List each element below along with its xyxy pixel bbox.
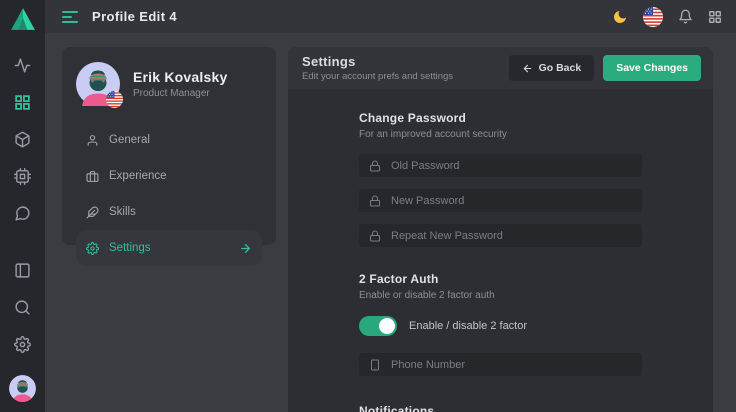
menu-icon[interactable] (62, 9, 78, 25)
repeat-password-field[interactable] (359, 224, 642, 247)
settings-heading-group: Settings Edit your account prefs and set… (302, 54, 453, 82)
user-avatar-small[interactable] (9, 375, 36, 402)
main-area: Erik Kovalsky Product Manager General Ex… (45, 33, 736, 412)
nav-item-experience[interactable]: Experience (76, 158, 262, 194)
bell-icon[interactable] (678, 9, 693, 24)
settings-title: Settings (302, 54, 453, 69)
section-title: Notifications (359, 404, 642, 412)
profile-card: Erik Kovalsky Product Manager General Ex… (62, 47, 276, 245)
section-notifications: Notifications Configure how you receive … (359, 404, 642, 412)
settings-panel-body: Change Password For an improved account … (288, 89, 713, 412)
nav-item-general[interactable]: General (76, 122, 262, 158)
new-password-field[interactable] (359, 189, 642, 212)
cpu-icon[interactable] (14, 168, 31, 185)
gear-icon[interactable] (14, 336, 31, 353)
section-two-factor: 2 Factor Auth Enable or disable 2 factor… (359, 272, 642, 376)
profile-identity: Erik Kovalsky Product Manager (133, 69, 227, 99)
go-back-button[interactable]: Go Back (509, 55, 595, 81)
feather-icon (86, 206, 99, 219)
apps-grid-icon[interactable] (708, 10, 722, 24)
page-title: Profile Edit 4 (92, 9, 177, 24)
settings-subtitle: Edit your account prefs and settings (302, 71, 453, 82)
arrow-left-icon (522, 63, 533, 74)
nav-item-settings[interactable]: Settings (76, 230, 262, 266)
nav-item-label: General (109, 134, 150, 146)
old-password-input[interactable] (391, 160, 632, 172)
phone-number-field[interactable] (359, 353, 642, 376)
toggle-label: Enable / disable 2 factor (409, 320, 527, 332)
avatar-country-flag (106, 91, 123, 108)
user-icon (86, 134, 99, 147)
profile-name: Erik Kovalsky (133, 69, 227, 85)
save-changes-button[interactable]: Save Changes (603, 55, 701, 81)
search-icon[interactable] (14, 299, 31, 316)
new-password-input[interactable] (391, 195, 632, 207)
briefcase-icon (86, 170, 99, 183)
icon-rail (0, 0, 45, 412)
settings-panel: Settings Edit your account prefs and set… (288, 47, 713, 412)
nav-item-label: Skills (109, 206, 136, 218)
lock-icon (369, 230, 381, 242)
box-icon[interactable] (14, 131, 31, 148)
language-us-flag[interactable] (643, 7, 663, 27)
nav-item-skills[interactable]: Skills (76, 194, 262, 230)
content-column: Profile Edit 4 (45, 0, 736, 412)
lock-icon (369, 160, 381, 172)
topbar: Profile Edit 4 (45, 0, 736, 33)
app-logo-icon[interactable] (10, 7, 36, 31)
two-factor-toggle[interactable] (359, 316, 397, 336)
nav-item-label: Experience (109, 170, 167, 182)
section-subtitle: For an improved account security (359, 129, 642, 140)
section-change-password: Change Password For an improved account … (359, 111, 642, 247)
moon-icon[interactable] (612, 9, 628, 25)
dashboard-grid-icon[interactable] (14, 94, 31, 111)
profile-nav: General Experience Skills Settings (76, 122, 262, 266)
profile-avatar (76, 62, 120, 106)
arrow-right-icon (239, 242, 252, 255)
settings-panel-header: Settings Edit your account prefs and set… (288, 47, 713, 89)
app-window: Profile Edit 4 (0, 0, 736, 412)
phone-number-input[interactable] (391, 359, 632, 371)
panels-icon[interactable] (14, 262, 31, 279)
topbar-actions (612, 7, 722, 27)
settings-actions: Go Back Save Changes (509, 55, 701, 81)
repeat-password-input[interactable] (391, 230, 632, 242)
section-title: Change Password (359, 111, 642, 125)
lock-icon (369, 195, 381, 207)
old-password-field[interactable] (359, 154, 642, 177)
section-title: 2 Factor Auth (359, 272, 642, 286)
gear-icon (86, 242, 99, 255)
two-factor-toggle-row: Enable / disable 2 factor (359, 316, 642, 336)
chat-icon[interactable] (14, 205, 31, 222)
nav-item-label: Settings (109, 242, 151, 254)
section-subtitle: Enable or disable 2 factor auth (359, 290, 642, 301)
activity-icon[interactable] (14, 57, 31, 74)
profile-header: Erik Kovalsky Product Manager (76, 62, 262, 106)
smartphone-icon (369, 359, 381, 371)
profile-role: Product Manager (133, 88, 227, 99)
